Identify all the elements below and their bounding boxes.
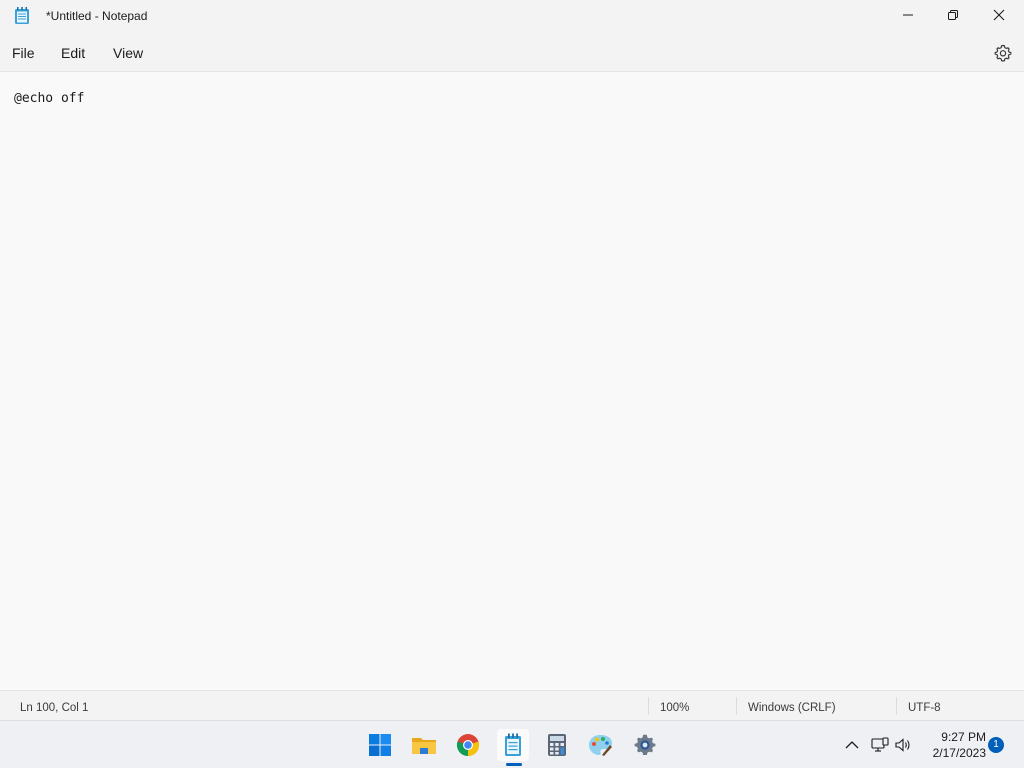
status-divider	[736, 697, 737, 715]
encoding: UTF-8	[908, 702, 941, 714]
clock-time: 9:27 PM	[941, 730, 986, 744]
show-hidden-icons-button[interactable]	[842, 735, 862, 755]
menu-bar: File Edit View	[0, 32, 1024, 72]
close-icon	[993, 9, 1005, 21]
clock-date: 2/17/2023	[932, 746, 986, 760]
editor-content[interactable]: @echo off	[14, 91, 84, 106]
network-button[interactable]	[870, 735, 890, 755]
chrome-icon	[456, 734, 480, 757]
network-icon	[871, 737, 889, 752]
calculator-icon	[548, 734, 566, 756]
notification-badge[interactable]: 1	[988, 737, 1004, 753]
taskbar-notepad[interactable]	[497, 729, 529, 761]
file-explorer-icon	[412, 738, 436, 754]
status-bar: Ln 100, Col 1 100% Windows (CRLF) UTF-8	[0, 690, 1024, 720]
restore-button[interactable]	[930, 0, 976, 30]
paint-icon	[589, 735, 612, 756]
minimize-button[interactable]	[885, 0, 931, 30]
active-app-indicator	[506, 763, 522, 766]
settings-button[interactable]	[993, 43, 1013, 63]
taskbar-settings[interactable]	[629, 729, 661, 761]
notepad-icon	[505, 733, 521, 756]
menu-view[interactable]: View	[113, 45, 143, 61]
volume-button[interactable]	[893, 735, 913, 755]
line-ending: Windows (CRLF)	[748, 702, 836, 714]
title-bar[interactable]: *Untitled - Notepad	[0, 0, 1024, 32]
start-button[interactable]	[364, 729, 396, 761]
taskbar-chrome[interactable]	[452, 729, 484, 761]
taskbar-paint[interactable]	[585, 729, 617, 761]
speaker-icon	[895, 738, 910, 752]
gear-icon	[994, 44, 1012, 62]
menu-file[interactable]: File	[12, 45, 35, 61]
close-button[interactable]	[976, 0, 1022, 30]
taskbar: 9:27 PM 2/17/2023 1	[0, 720, 1024, 768]
minimize-icon	[903, 14, 913, 16]
settings-icon	[634, 734, 656, 755]
start-icon	[369, 734, 391, 756]
zoom-level: 100%	[660, 702, 690, 714]
cursor-position: Ln 100, Col 1	[20, 702, 89, 714]
window-title: *Untitled - Notepad	[46, 9, 148, 23]
text-editor[interactable]: @echo off	[0, 72, 1024, 690]
chevron-up-icon	[845, 741, 859, 749]
status-divider	[896, 697, 897, 715]
taskbar-file-explorer[interactable]	[408, 729, 440, 761]
menu-edit[interactable]: Edit	[61, 45, 85, 61]
clock[interactable]: 9:27 PM 2/17/2023	[920, 729, 986, 761]
status-divider	[648, 697, 649, 715]
restore-icon	[948, 10, 958, 20]
taskbar-calculator[interactable]	[541, 729, 573, 761]
notepad-icon	[14, 7, 30, 25]
